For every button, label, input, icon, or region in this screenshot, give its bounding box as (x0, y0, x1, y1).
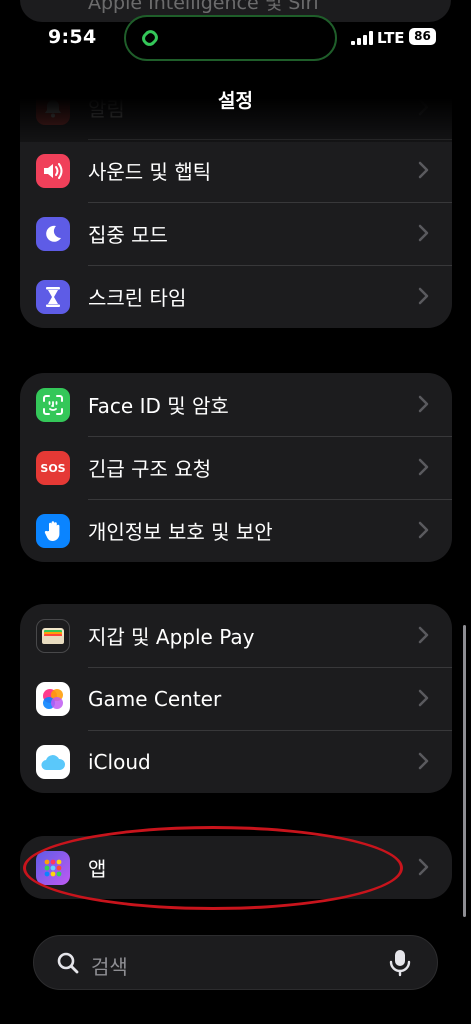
settings-row-label: Face ID 및 암호 (88, 394, 229, 418)
dynamic-island[interactable] (124, 15, 337, 61)
status-time: 9:54 (48, 26, 97, 48)
settings-row-emergency-sos[interactable]: SOS 긴급 구조 요청 (20, 436, 452, 499)
game-center-icon (36, 682, 70, 716)
settings-row-label: 스크린 타임 (88, 286, 187, 310)
cellular-signal-icon (351, 31, 373, 45)
settings-row-label: 긴급 구조 요청 (88, 457, 212, 481)
settings-row-icloud[interactable]: iCloud (20, 730, 452, 793)
search-icon (57, 952, 79, 974)
hand-icon (36, 514, 70, 548)
battery-indicator: 86 (409, 28, 436, 45)
settings-row-screen-time[interactable]: 스크린 타임 (20, 265, 452, 328)
settings-row-wallet[interactable]: 지갑 및 Apple Pay (20, 604, 452, 667)
cloud-icon (36, 745, 70, 779)
wallet-icon (36, 619, 70, 653)
microphone-icon[interactable] (389, 949, 411, 977)
settings-row-label: 앱 (88, 857, 107, 881)
settings-row-label: 개인정보 보호 및 보안 (88, 520, 273, 544)
search-placeholder: 검색 (91, 955, 128, 979)
settings-row-label: 사운드 및 햅틱 (88, 160, 212, 184)
link-icon (142, 30, 158, 46)
status-bar: 9:54 LTE 86 (0, 0, 471, 76)
settings-group-security: Face ID 및 암호 SOS 긴급 구조 요청 개인정보 보호 및 보안 (20, 373, 452, 562)
chevron-right-icon (418, 458, 429, 476)
search-bar[interactable]: 검색 (33, 935, 438, 990)
chevron-right-icon (418, 161, 429, 179)
chevron-right-icon (418, 689, 429, 707)
settings-group-notifications: 알림 사운드 및 햅틱 집중 모드 스크린 타임 (20, 76, 452, 328)
chevron-right-icon (418, 752, 429, 770)
settings-row-label: 집중 모드 (88, 223, 168, 247)
chevron-right-icon (418, 521, 429, 539)
scroll-indicator[interactable] (463, 625, 466, 917)
settings-row-game-center[interactable]: Game Center (20, 667, 452, 730)
chevron-right-icon (418, 224, 429, 242)
page-title: 설정 (218, 90, 253, 112)
settings-row-apps[interactable]: 앱 (20, 836, 452, 899)
settings-row-face-id[interactable]: Face ID 및 암호 (20, 373, 452, 436)
settings-row-focus[interactable]: 집중 모드 (20, 202, 452, 265)
settings-group-apps: 앱 (20, 836, 452, 899)
settings-row-label: iCloud (88, 749, 151, 774)
face-id-icon (36, 388, 70, 422)
speaker-icon (36, 154, 70, 188)
apps-grid-icon (36, 851, 70, 885)
settings-row-privacy-security[interactable]: 개인정보 보호 및 보안 (20, 499, 452, 562)
sos-icon-text: SOS (40, 461, 66, 475)
chevron-right-icon (418, 395, 429, 413)
chevron-right-icon (418, 858, 429, 876)
hourglass-icon (36, 280, 70, 314)
moon-icon (36, 217, 70, 251)
settings-group-accounts: 지갑 및 Apple Pay Game Center iCloud (20, 604, 452, 793)
chevron-right-icon (418, 626, 429, 644)
settings-row-sound-haptics[interactable]: 사운드 및 햅틱 (20, 139, 452, 202)
settings-row-label: 지갑 및 Apple Pay (88, 625, 255, 649)
settings-row-label: Game Center (88, 686, 222, 711)
chevron-right-icon (418, 287, 429, 305)
network-type: LTE (377, 29, 405, 47)
sos-icon: SOS (36, 451, 70, 485)
